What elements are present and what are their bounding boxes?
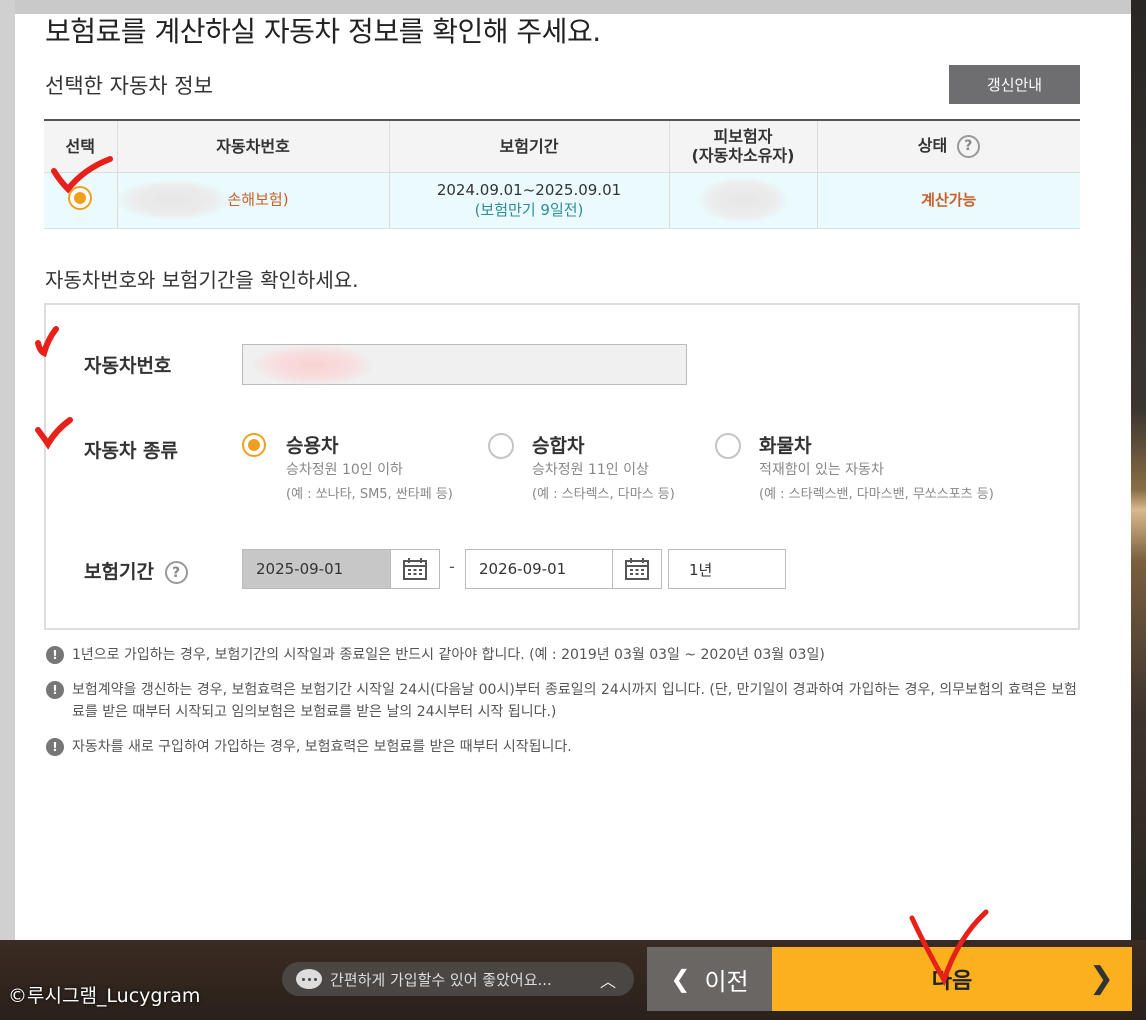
page-title: 보험료를 계산하실 자동차 정보를 확인해 주세요.	[45, 15, 601, 48]
header-period: 보험기간	[389, 120, 670, 173]
header-status-label: 상태	[917, 135, 948, 155]
period-label: 보험기간 ?	[84, 557, 188, 584]
truck-radio[interactable]	[715, 433, 741, 459]
calendar-icon	[625, 558, 649, 580]
chevron-left-icon: ❮	[670, 965, 691, 993]
header-status: 상태 ?	[817, 120, 1080, 173]
cell-insured	[669, 172, 818, 229]
duration-select[interactable]: 1년	[668, 549, 786, 589]
notice-1-text: 1년으로 가입하는 경우, 보험기간의 시작일과 종료일은 반드시 같아야 합니…	[72, 647, 825, 663]
header-insured: 피보험자 (자동차소유자)	[669, 120, 818, 173]
end-calendar-button[interactable]	[612, 549, 662, 589]
notice-3: ! 자동차를 새로 구입하여 가입하는 경우, 보험효력은 보험료를 받은 때부…	[46, 736, 1086, 758]
date-separator: -	[449, 557, 455, 576]
plate-input[interactable]	[242, 344, 687, 385]
insured-redaction	[698, 178, 788, 222]
background-top	[0, 0, 1146, 14]
watermark: ©루시그램_Lucygram	[8, 985, 201, 1007]
notice-icon: !	[46, 681, 64, 699]
plate-redaction	[117, 180, 228, 220]
van-desc2: (예 : 스타렉스, 다마스 등)	[532, 487, 675, 502]
start-calendar-button[interactable]	[390, 549, 440, 589]
chat-review-pill[interactable]: 간편하게 가입할수 있어 좋았어요... ︿	[282, 962, 634, 996]
calendar-icon	[403, 558, 427, 580]
next-label: 다음	[931, 969, 973, 994]
prev-label: 이전	[704, 967, 749, 996]
van-radio[interactable]	[488, 433, 514, 459]
cell-status: 계산가능	[817, 172, 1080, 229]
van-name: 승합차	[532, 435, 585, 457]
row-plate-insurer: 손해보험)	[227, 190, 289, 209]
background-right	[1131, 0, 1146, 1020]
notice-2-text: 보험계약을 갱신하는 경우, 보험효력은 보험기간 시작일 24시(다음날 00…	[72, 682, 1077, 720]
notice-icon: !	[46, 646, 64, 664]
plate-label: 자동차번호	[84, 355, 172, 377]
table-header-row: 선택 자동차번호 보험기간 피보험자 (자동차소유자) 상태 ?	[44, 120, 1080, 173]
background-left	[0, 0, 15, 1020]
sedan-radio[interactable]	[242, 433, 266, 457]
chevron-right-icon: ❯	[1088, 961, 1114, 996]
row-status: 계산가능	[921, 191, 977, 209]
row-period-note: (보험만기 9일전)	[474, 201, 584, 219]
next-button[interactable]: 다음 ❯	[772, 947, 1132, 1011]
cell-period: 2024.09.01~2025.09.01 (보험만기 9일전)	[389, 172, 670, 229]
renew-guide-button[interactable]: 갱신안내	[949, 65, 1080, 104]
prev-button[interactable]: ❮ 이전	[647, 947, 772, 1011]
notice-3-text: 자동차를 새로 구입하여 가입하는 경우, 보험효력은 보험료를 받은 때부터 …	[72, 739, 572, 755]
header-select: 선택	[44, 120, 118, 173]
check-instruction: 자동차번호와 보험기간을 확인하세요.	[45, 268, 359, 292]
sedan-desc1: 승차정원 10인 이하	[286, 462, 403, 478]
header-insured-line2: (자동차소유자)	[691, 146, 795, 166]
plate-input-redaction	[253, 345, 373, 385]
chat-bubble-icon	[296, 969, 322, 989]
truck-desc2: (예 : 스타렉스밴, 다마스밴, 무쏘스포츠 등)	[759, 487, 994, 502]
notice-2: ! 보험계약을 갱신하는 경우, 보험효력은 보험기간 시작일 24시(다음날 …	[46, 679, 1086, 723]
period-help-icon[interactable]: ?	[164, 561, 188, 584]
header-plate: 자동차번호	[117, 120, 390, 173]
status-help-icon[interactable]: ?	[956, 134, 980, 158]
car-form-box: 자동차번호 자동차 종류 승용차 승차정원 10인 이하 (예 : 쏘나타, S…	[44, 303, 1080, 630]
truck-name: 화물차	[759, 435, 812, 457]
row-select-radio[interactable]	[68, 185, 93, 210]
car-info-table: 선택 자동차번호 보험기간 피보험자 (자동차소유자) 상태 ? 손해보험) 2…	[44, 119, 1080, 229]
car-type-label: 자동차 종류	[84, 440, 179, 462]
main-panel: 보험료를 계산하실 자동차 정보를 확인해 주세요. 선택한 자동차 정보 갱신…	[15, 14, 1131, 940]
notice-1: ! 1년으로 가입하는 경우, 보험기간의 시작일과 종료일은 반드시 같아야 …	[46, 644, 1086, 666]
sedan-name: 승용차	[286, 435, 339, 457]
chevron-up-icon[interactable]: ︿	[600, 968, 616, 992]
van-desc1: 승차정원 11인 이상	[532, 462, 649, 478]
start-date-field[interactable]: 2025-09-01	[242, 549, 391, 589]
end-date-field[interactable]: 2026-09-01	[465, 549, 613, 589]
sedan-desc2: (예 : 쏘나타, SM5, 싼타페 등)	[286, 487, 453, 502]
cell-plate: 손해보험)	[117, 172, 390, 229]
period-label-text: 보험기간	[84, 561, 154, 583]
selected-section-title: 선택한 자동차 정보	[45, 74, 213, 98]
truck-desc1: 적재함이 있는 자동차	[759, 462, 884, 478]
row-period: 2024.09.01~2025.09.01	[436, 181, 622, 199]
chat-text: 간편하게 가입할수 있어 좋았어요...	[330, 970, 552, 989]
header-insured-line1: 피보험자	[713, 127, 773, 147]
table-row[interactable]: 손해보험) 2024.09.01~2025.09.01 (보험만기 9일전) 계…	[44, 172, 1080, 229]
notice-icon: !	[46, 738, 64, 756]
cell-select[interactable]	[44, 172, 118, 229]
